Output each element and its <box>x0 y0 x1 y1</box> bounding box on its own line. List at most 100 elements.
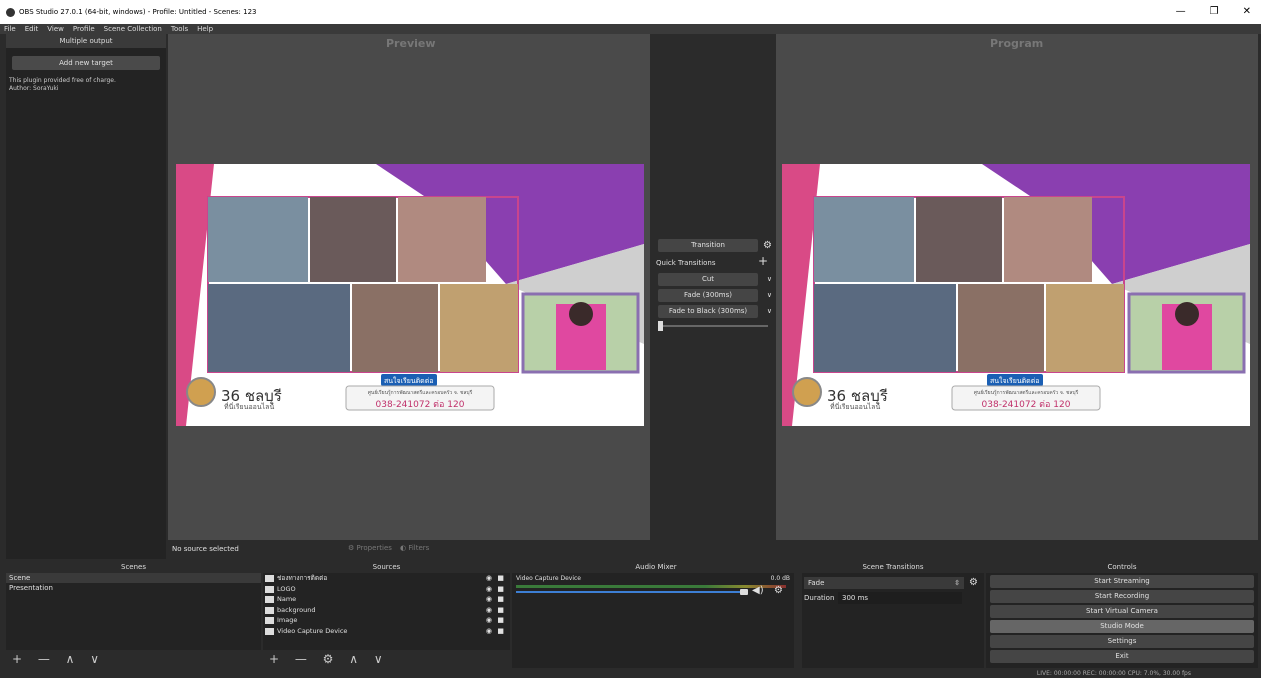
chevron-down-icon[interactable]: ∨ <box>767 289 772 302</box>
source-item[interactable]: Name ◉ ■ <box>263 594 510 605</box>
source-item-label: LOGO <box>277 584 296 593</box>
scene-transitions-dock: Scene Transitions Fade ⇳ ⚙ Duration 300 … <box>802 562 984 668</box>
menu-view[interactable]: View <box>47 24 64 34</box>
transition-select-value: Fade <box>808 579 825 587</box>
image-icon <box>265 585 274 593</box>
contact-title: สนใจเรียนติดต่อ <box>384 377 434 385</box>
t-bar-handle[interactable] <box>658 321 663 331</box>
scenes-dock: Scenes Scene Presentation + — ∧ ∨ <box>6 562 261 668</box>
volume-slider-handle[interactable] <box>740 589 748 595</box>
image-icon <box>265 596 274 603</box>
lock-icon[interactable]: ■ <box>497 584 504 595</box>
start-streaming-button[interactable]: Start Streaming <box>990 575 1254 588</box>
duration-input[interactable]: 300 ms <box>838 592 962 604</box>
source-item-label: background <box>277 605 316 614</box>
chevron-down-icon[interactable]: ∨ <box>767 305 772 318</box>
multiple-output-dock: Multiple output Add new target This plug… <box>6 34 166 559</box>
menu-help[interactable]: Help <box>197 24 213 34</box>
add-new-target-button[interactable]: Add new target <box>12 56 160 70</box>
program-slide-subtitle: ที่นี่เรียนออนไลน์ <box>830 403 881 411</box>
menu-edit[interactable]: Edit <box>25 24 39 34</box>
eye-icon[interactable]: ◉ <box>486 605 492 616</box>
properties-button[interactable]: ⚙ Properties <box>348 544 392 552</box>
no-source-status: No source selected <box>172 545 239 553</box>
quick-transition-fade[interactable]: Fade (300ms) ∨ <box>658 289 772 302</box>
properties-label: Properties <box>356 544 392 552</box>
source-item[interactable]: background ◉ ■ <box>263 605 510 616</box>
speaker-icon[interactable]: ◀) <box>752 585 764 596</box>
start-virtual-camera-button[interactable]: Start Virtual Camera <box>990 605 1254 618</box>
audio-mixer-title: Audio Mixer <box>512 562 800 573</box>
preview-canvas[interactable]: 36 ชลบุรี ที่นี่เรียนออนไลน์ สนใจเรียนติ… <box>176 164 644 426</box>
lock-icon[interactable]: ■ <box>497 615 504 626</box>
gear-icon[interactable]: ⚙ <box>969 577 978 588</box>
source-item[interactable]: ช่องทางการติดต่อ ◉ ■ <box>263 573 510 584</box>
lock-icon[interactable]: ■ <box>497 573 504 584</box>
lock-icon[interactable]: ■ <box>497 626 504 637</box>
menu-file[interactable]: File <box>4 24 16 34</box>
eye-icon[interactable]: ◉ <box>486 626 492 637</box>
quick-transition-cut[interactable]: Cut ∨ <box>658 273 772 286</box>
transition-select[interactable]: Fade ⇳ <box>804 577 964 589</box>
scenes-toolbar[interactable]: + — ∧ ∨ <box>6 650 261 668</box>
source-item-label: Video Capture Device <box>277 626 348 635</box>
obs-logo-icon <box>6 7 15 17</box>
image-icon <box>265 617 274 624</box>
menu-bar: File Edit View Profile Scene Collection … <box>0 24 1261 34</box>
chevron-down-icon: ⇳ <box>954 579 960 587</box>
close-button[interactable]: ✕ <box>1243 6 1251 17</box>
quick-transition-fade-black[interactable]: Fade to Black (300ms) ∨ <box>658 305 772 318</box>
menu-profile[interactable]: Profile <box>73 24 95 34</box>
camera-icon <box>265 627 274 635</box>
chevron-down-icon[interactable]: ∨ <box>767 273 772 286</box>
gear-icon[interactable]: ⚙ <box>774 585 783 596</box>
quick-transitions-label: Quick Transitions <box>656 259 716 267</box>
plugin-info-text: This plugin provided free of charge. <box>9 77 116 84</box>
program-contact-phone: 038-241072 ต่อ 120 <box>981 400 1071 410</box>
quick-transition-cut-label: Cut <box>701 275 715 283</box>
mixer-db-value: 0.0 dB <box>770 575 790 582</box>
window-title: OBS Studio 27.0.1 (64-bit, windows) - Pr… <box>19 8 257 16</box>
source-toolbar: No source selected ⚙ Properties ◐ Filter… <box>168 540 1258 559</box>
menu-tools[interactable]: Tools <box>171 24 188 34</box>
start-recording-button[interactable]: Start Recording <box>990 590 1254 603</box>
studio-transition-dock: Transition ⚙ Quick Transitions + Cut ∨ F… <box>650 34 776 559</box>
sources-dock: Sources ช่องทางการติดต่อ ◉ ■ LOGO ◉ ■ Name ◉ ■… <box>263 562 510 668</box>
source-item-label: Image <box>277 616 298 624</box>
menu-scene-collection[interactable]: Scene Collection <box>104 24 162 34</box>
controls-dock: Controls Start Streaming Start Recording… <box>986 562 1258 668</box>
t-bar-track[interactable] <box>658 325 768 327</box>
eye-icon[interactable]: ◉ <box>486 594 492 605</box>
mixer-scrollbar[interactable] <box>794 573 800 668</box>
image-icon <box>265 606 274 614</box>
eye-icon[interactable]: ◉ <box>486 615 492 626</box>
quick-transition-fade-label: Fade (300ms) <box>684 291 732 299</box>
scene-transitions-title: Scene Transitions <box>802 562 984 573</box>
source-item[interactable]: LOGO ◉ ■ <box>263 584 510 595</box>
minimize-button[interactable]: — <box>1176 6 1186 17</box>
transition-button[interactable]: Transition ⚙ <box>658 239 772 252</box>
source-item[interactable]: Video Capture Device ◉ ■ <box>263 626 510 637</box>
source-item[interactable]: Image ◉ ■ <box>263 615 510 626</box>
volume-slider[interactable] <box>516 591 744 593</box>
maximize-button[interactable]: ❐ <box>1210 6 1219 17</box>
filters-button[interactable]: ◐ Filters <box>400 544 429 552</box>
quick-transition-fade-black-label: Fade to Black (300ms) <box>668 307 748 315</box>
program-contact-title: สนใจเรียนติดต่อ <box>990 377 1040 385</box>
exit-button[interactable]: Exit <box>990 650 1254 663</box>
lock-icon[interactable]: ■ <box>497 605 504 616</box>
duration-row: Duration 300 ms <box>804 592 964 604</box>
add-quick-transition-icon[interactable]: + <box>758 254 768 268</box>
sources-toolbar[interactable]: + — ⚙ ∧ ∨ <box>263 650 510 668</box>
live-status: LIVE: 00:00:00 <box>1036 670 1081 677</box>
settings-button[interactable]: Settings <box>990 635 1254 648</box>
scene-item[interactable]: Presentation <box>6 583 261 593</box>
eye-icon[interactable]: ◉ <box>486 584 492 595</box>
gear-icon[interactable]: ⚙ <box>763 239 772 252</box>
eye-icon[interactable]: ◉ <box>486 573 492 584</box>
lock-icon[interactable]: ■ <box>497 594 504 605</box>
mixer-channel-name: Video Capture Device <box>516 575 582 582</box>
contact-line: ศูนย์เรียนรู้การพัฒนาสตรีและครอบครัว จ. … <box>367 390 473 396</box>
scene-item[interactable]: Scene <box>6 573 261 583</box>
studio-mode-button[interactable]: Studio Mode <box>990 620 1254 633</box>
